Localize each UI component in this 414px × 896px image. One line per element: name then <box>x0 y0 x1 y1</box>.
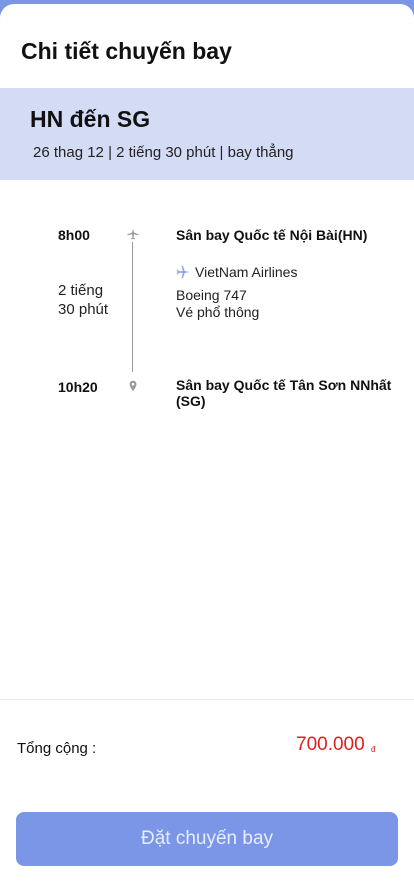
flight-detail-sheet: Chi tiết chuyến bay HN đến SG 26 thag 12… <box>0 4 414 896</box>
duration-hours: 2 tiếng <box>58 282 104 299</box>
departure-time: 8h00 <box>58 227 90 243</box>
timeline-line <box>132 242 133 372</box>
airline-row: VietNam Airlines <box>176 264 297 280</box>
departure-airport: Sân bay Quốc tế Nội Bài(HN) <box>176 227 368 243</box>
total-label: Tổng cộng : <box>17 740 97 757</box>
aircraft-info: Boeing 747 Vé phổ thông <box>176 287 259 321</box>
airline-name: VietNam Airlines <box>195 264 298 280</box>
plane-icon <box>127 228 139 240</box>
plane-icon <box>176 265 190 279</box>
fare-class: Vé phổ thông <box>176 304 260 320</box>
duration-minutes: 30 phút <box>58 301 109 318</box>
arrival-airport: Sân bay Quốc tế Tân Sơn NNhất (SG) <box>176 377 392 409</box>
flight-timeline: 8h00 Sân bay Quốc tế Nội Bài(HN) 2 tiếng… <box>0 180 414 480</box>
aircraft-model: Boeing 747 <box>176 287 247 303</box>
route-title: HN đến SG <box>30 106 151 132</box>
divider <box>0 699 414 700</box>
route-meta: 26 thag 12 | 2 tiếng 30 phút | bay thẳng <box>33 144 294 161</box>
currency-symbol: đ <box>371 745 376 754</box>
location-pin-icon <box>129 380 137 392</box>
route-header: HN đến SG 26 thag 12 | 2 tiếng 30 phút |… <box>0 88 414 180</box>
total-price: 700.000 <box>296 734 365 755</box>
book-flight-button[interactable]: Đặt chuyến bay <box>16 812 398 866</box>
arrival-time: 10h20 <box>58 379 98 395</box>
page-title: Chi tiết chuyến bay <box>21 38 232 64</box>
flight-duration: 2 tiếng 30 phút <box>58 281 108 319</box>
